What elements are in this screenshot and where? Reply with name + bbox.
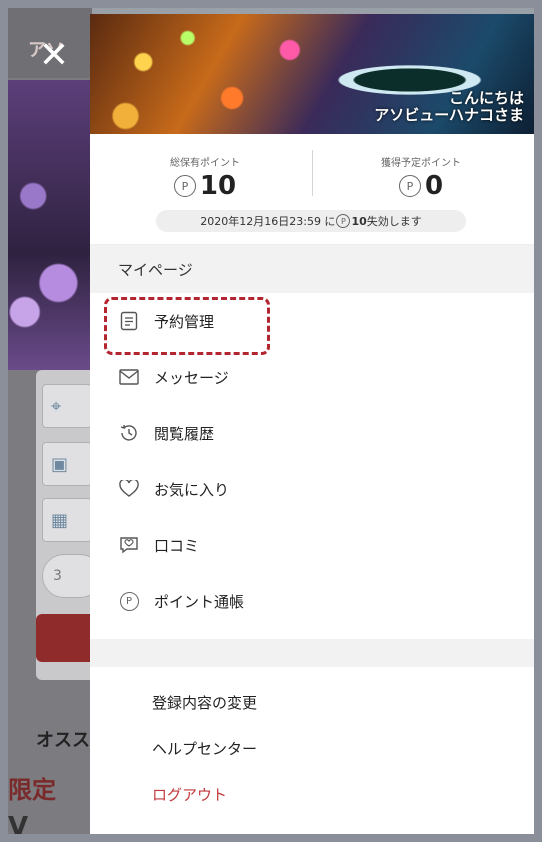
- menu-item-label: メッセージ: [154, 368, 229, 387]
- section-spacer: [90, 639, 534, 667]
- points-divider: [312, 150, 313, 196]
- background-limited-text: 限定: [8, 776, 56, 804]
- scheduled-points-value: 0: [424, 171, 444, 201]
- menu-item-label: お気に入り: [154, 480, 230, 499]
- screenshot-frame: アソ ⌖ ▣ ▦ 3 オスス 限定 V ✕ こんにちは アソビューハナコさま 総…: [8, 8, 534, 834]
- point-icon: P: [173, 175, 196, 197]
- menu-item-reviews[interactable]: 口コミ: [90, 517, 534, 573]
- points-expiry-notice: 2020年12月16日23:59 に P 10 失効します: [156, 210, 466, 232]
- background-search-button: [36, 614, 96, 662]
- point-icon: P: [118, 590, 140, 612]
- category-icon: ▣: [42, 442, 92, 486]
- side-drawer: こんにちは アソビューハナコさま 総保有ポイント P 10 獲得予定ポイント P…: [90, 14, 534, 834]
- history-icon: [118, 422, 140, 444]
- logout-link[interactable]: ログアウト: [90, 771, 534, 817]
- menu-item-label: ポイント通帳: [154, 592, 245, 611]
- envelope-icon: [118, 366, 140, 388]
- menu-item-point-passbook[interactable]: P ポイント通帳: [90, 573, 534, 629]
- mypage-section-title: マイページ: [90, 245, 534, 293]
- document-icon: [118, 310, 140, 332]
- expiry-points-value: 10: [351, 214, 367, 228]
- scheduled-points-label: 獲得予定ポイント: [381, 158, 461, 169]
- scheduled-points: 獲得予定ポイント P 0: [326, 154, 516, 201]
- close-button[interactable]: ✕: [38, 38, 70, 74]
- review-icon: [118, 534, 140, 556]
- owned-points-value: 10: [199, 171, 237, 201]
- background-section-title: オスス: [36, 730, 90, 751]
- menu-item-help-center[interactable]: ヘルプセンター: [90, 725, 534, 771]
- owned-points: 総保有ポイント P 10: [110, 154, 300, 201]
- greeting-hello: こんにちは: [448, 89, 524, 107]
- account-menu: 登録内容の変更 ヘルプセンター ログアウト: [90, 667, 534, 817]
- greeting: こんにちは アソビューハナコさま: [374, 90, 524, 124]
- menu-item-history[interactable]: 閲覧履歴: [90, 405, 534, 461]
- heart-icon: [118, 478, 140, 500]
- background-app: アソ ⌖ ▣ ▦ 3 オスス 限定 V: [8, 8, 102, 834]
- point-icon: P: [336, 214, 351, 228]
- location-icon: ⌖: [42, 384, 92, 428]
- greeting-username: アソビューハナコさま: [374, 106, 524, 124]
- points-summary: 総保有ポイント P 10 獲得予定ポイント P 0 2020年12月16日23:…: [90, 134, 534, 245]
- mypage-menu: 予約管理 メッセージ 閲覧履歴 お気に入り 口コミ P ポイント通帳: [90, 293, 534, 629]
- close-icon: ✕: [38, 35, 70, 76]
- owned-points-label: 総保有ポイント: [170, 158, 240, 169]
- menu-item-reservations[interactable]: 予約管理: [90, 293, 534, 355]
- background-bottom-text: V: [8, 812, 29, 834]
- menu-item-favorites[interactable]: お気に入り: [90, 461, 534, 517]
- menu-item-label: 予約管理: [154, 312, 215, 331]
- background-hero-image: [8, 80, 92, 370]
- point-icon: P: [398, 175, 421, 197]
- menu-item-edit-profile[interactable]: 登録内容の変更: [90, 679, 534, 725]
- menu-item-label: 閲覧履歴: [154, 424, 215, 443]
- menu-item-label: 口コミ: [154, 536, 200, 555]
- menu-item-messages[interactable]: メッセージ: [90, 349, 534, 405]
- calendar-icon: ▦: [42, 498, 92, 542]
- drawer-hero-image: こんにちは アソビューハナコさま: [90, 14, 534, 134]
